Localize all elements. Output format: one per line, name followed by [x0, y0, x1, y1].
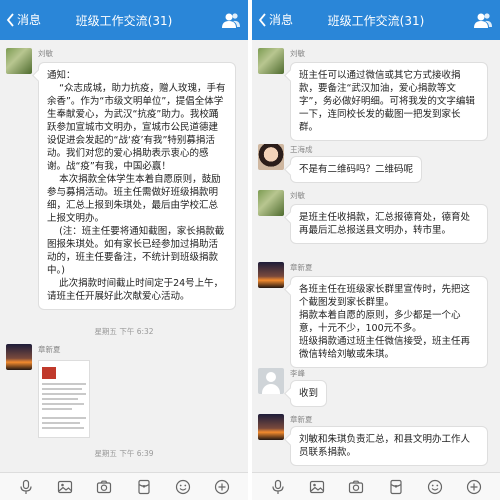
thumbnail-line	[42, 398, 78, 400]
microphone-icon[interactable]	[18, 479, 34, 495]
chat-header: 消息 班级工作交流(31)	[252, 0, 500, 40]
avatar[interactable]	[258, 190, 284, 216]
chat-input-toolbar	[252, 472, 500, 500]
camera-icon[interactable]	[96, 479, 112, 495]
sender-name: 刘敏	[290, 191, 305, 200]
message-timestamp: 星期五 下午 6:39	[94, 449, 154, 458]
sender-name: 刘敏	[38, 49, 53, 58]
group-members-icon[interactable]	[474, 12, 492, 28]
chat-title: 班级工作交流(31)	[75, 14, 173, 28]
sender-name: 章新夏	[38, 345, 61, 354]
message-bubble[interactable]: 不是有二维码吗？二维码呢	[290, 156, 423, 183]
avatar[interactable]	[258, 48, 284, 74]
message-bubble[interactable]: 班主任可以通过微信或其它方式接收捐款，要备注“武汉加油，爱心捐款等文字”，务必做…	[290, 62, 488, 141]
chat-header: 消息 班级工作交流(31)	[0, 0, 248, 40]
message-bubble[interactable]: 通知： “众志成城，助力抗疫，赠人玫瑰，手有余香”。作为“市级文明单位”，提倡全…	[38, 62, 236, 310]
image-message-thumbnail[interactable]	[38, 360, 90, 438]
message-bubble[interactable]: 刘敏和朱琪负责汇总，和县文明办工作人员联系捐款。	[290, 426, 488, 466]
thumbnail-line	[42, 388, 82, 390]
avatar[interactable]	[258, 144, 284, 170]
message-bubble[interactable]: 是班主任收捐款，汇总报德育处，德育处再最后汇总报送县文明办，转市里。	[290, 204, 488, 244]
red-packet-icon[interactable]	[136, 479, 152, 495]
chat-panel-left: 消息 班级工作交流(31) 刘敏 通知： “众志成城，助力抗疫，赠人玫瑰，手有余…	[0, 0, 248, 500]
avatar[interactable]	[258, 414, 284, 440]
thumbnail-line	[42, 408, 72, 410]
thumbnail-line	[42, 417, 86, 419]
image-icon[interactable]	[57, 479, 73, 495]
thumbnail-line	[42, 427, 84, 429]
message-bubble[interactable]: 各班主任在班级家长群里宣传时，先把这个截图发到家长群里。 捐款本着自愿的原则，多…	[290, 276, 488, 368]
plus-icon[interactable]	[214, 479, 230, 495]
sender-name: 刘敏	[290, 49, 305, 58]
emoji-icon[interactable]	[427, 479, 443, 495]
chat-panel-right: 消息 班级工作交流(31) 刘敏 班主任可以通过微信或其它方式接收捐款，要备注“…	[252, 0, 500, 500]
avatar[interactable]	[258, 368, 284, 394]
sender-name: 李峰	[290, 369, 305, 378]
chat-title: 班级工作交流(31)	[327, 14, 425, 28]
chat-input-toolbar	[0, 472, 248, 500]
avatar[interactable]	[6, 344, 32, 370]
microphone-icon[interactable]	[270, 479, 286, 495]
thumbnail-line	[42, 383, 86, 385]
sender-name: 王海成	[290, 145, 313, 154]
thumbnail-line	[42, 422, 80, 424]
sender-name: 章新夏	[290, 263, 313, 272]
camera-icon[interactable]	[348, 479, 364, 495]
red-packet-icon[interactable]	[388, 479, 404, 495]
message-bubble[interactable]: 收到	[290, 380, 328, 407]
image-icon[interactable]	[309, 479, 325, 495]
avatar[interactable]	[258, 262, 284, 288]
thumbnail-line	[42, 403, 84, 405]
message-timestamp: 星期五 下午 6:32	[94, 327, 154, 336]
plus-icon[interactable]	[466, 479, 482, 495]
emoji-icon[interactable]	[175, 479, 191, 495]
sender-name: 章新夏	[290, 415, 313, 424]
group-members-icon[interactable]	[222, 12, 240, 28]
thumbnail-header-block	[42, 367, 56, 379]
avatar[interactable]	[6, 48, 32, 74]
thumbnail-line	[42, 393, 86, 395]
